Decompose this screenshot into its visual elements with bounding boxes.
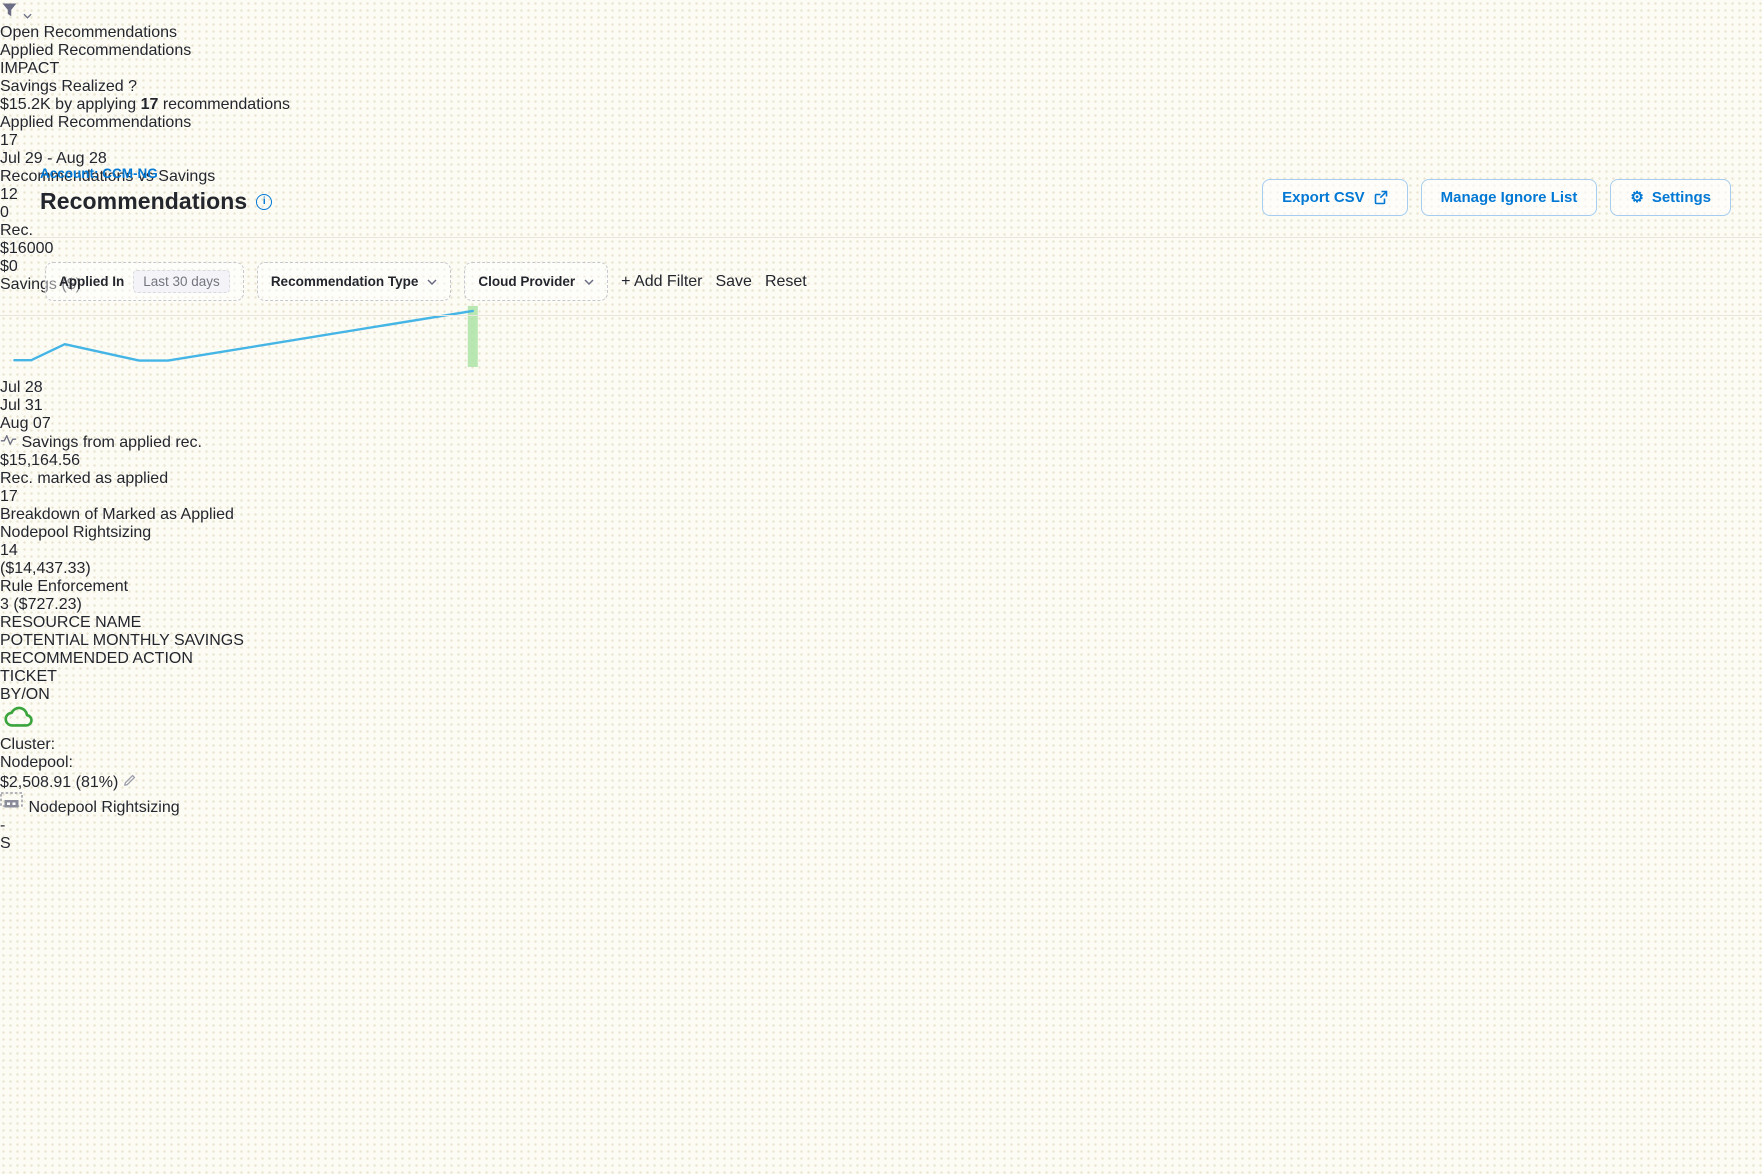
savings-realized-card: IMPACT Savings Realized ? $15.2K by appl…: [0, 60, 1762, 114]
savings-value: $2,508.91: [0, 774, 71, 791]
recommendations-vs-savings-chart: [0, 294, 481, 374]
desc-count: 17: [141, 96, 159, 113]
recommended-action-cell: Nodepool Rightsizing: [0, 792, 1762, 817]
settings-label: Settings: [1652, 189, 1711, 206]
col-header-recommended-action[interactable]: RECOMMENDED ACTION: [0, 650, 1762, 668]
breakdown-title: Breakdown of Marked as Applied: [0, 506, 1762, 524]
export-csv-label: Export CSV: [1282, 189, 1365, 206]
nodepool-label: Nodepool:: [0, 754, 73, 771]
chart-card: Recommendations vs Savings 12 0 Rec. $16…: [0, 168, 1762, 614]
recommendation-type-label: Recommendation Type: [271, 274, 419, 289]
legend-line-label: Savings from applied rec.: [21, 434, 202, 451]
resource-icon-cell: [0, 704, 1762, 736]
recommendations-tabs: Open Recommendations Applied Recommendat…: [0, 24, 1762, 60]
legend-bar-value: 17: [0, 488, 1762, 506]
save-filter-link[interactable]: Save: [715, 273, 751, 291]
legend-rec-bar: Rec. marked as applied 17: [0, 470, 1762, 506]
applied-recommendations-card: Applied Recommendations 17 Jul 29 - Aug …: [0, 114, 1762, 168]
manage-ignore-list-label: Manage Ignore List: [1441, 189, 1578, 206]
gear-icon: ⚙: [1630, 190, 1643, 205]
header-divider: [0, 237, 1762, 238]
line-savings-from-applied-rec: [14, 311, 472, 361]
applied-card-title: Applied Recommendations: [0, 114, 1762, 132]
pulse-line-icon: [0, 433, 17, 447]
breakdown-row-value-line1: 14: [0, 542, 1762, 560]
reset-filter-link[interactable]: Reset: [765, 273, 807, 291]
applied-date-range: Jul 29 - Aug 28: [0, 150, 1762, 168]
savings-realized-title: Savings Realized: [0, 78, 124, 95]
savings-percent: (81%): [76, 774, 119, 791]
filter-applied-in[interactable]: Applied In Last 30 days: [45, 262, 244, 301]
applied-in-label: Applied In: [59, 274, 124, 289]
by-user-avatar[interactable]: S: [0, 835, 1762, 853]
tab-open-recommendations[interactable]: Open Recommendations: [0, 24, 1762, 42]
applied-in-value[interactable]: Last 30 days: [133, 270, 230, 293]
x-axis-label: Aug 07: [0, 415, 1762, 433]
recommendations-page: Account: CCM-NG Recommendations i Export…: [0, 0, 1762, 1174]
breakdown-row-value-line2: ($14,437.33): [0, 560, 1762, 578]
funnel-icon: [0, 0, 19, 19]
breakdown-row-value: 14 ($14,437.33): [0, 542, 1762, 578]
breakdown-row: Rule Enforcement 3 ($727.23): [0, 578, 1762, 614]
export-csv-button[interactable]: Export CSV: [1262, 179, 1408, 216]
recommended-action-label: Nodepool Rightsizing: [28, 799, 179, 816]
x-axis-labels: Jul 28Jul 31Aug 07: [0, 379, 1762, 433]
nodepool-icon: [0, 792, 24, 812]
info-icon[interactable]: i: [256, 194, 272, 210]
col-header-resource-name[interactable]: RESOURCE NAME: [0, 614, 1762, 632]
cluster-label: Cluster:: [0, 736, 55, 753]
account-breadcrumb[interactable]: Account: CCM-NG: [40, 166, 158, 181]
filter-panel-toggle[interactable]: [0, 0, 1762, 24]
edit-pencil-icon[interactable]: [123, 772, 138, 787]
cloud-icon: [0, 704, 37, 731]
breakdown-panel: Breakdown of Marked as Applied Nodepool …: [0, 506, 1762, 614]
chevron-down-icon: [23, 13, 32, 19]
potential-savings-cell: $2,508.91 (81%): [0, 772, 1762, 792]
breakdown-row-label: Rule Enforcement: [0, 578, 1762, 596]
desc-pre: by applying: [55, 96, 136, 113]
external-link-icon: [1373, 190, 1388, 205]
col-header-potential-monthly-savings[interactable]: POTENTIAL MONTHLY SAVINGS: [0, 632, 1762, 650]
desc-post: recommendations: [163, 96, 290, 113]
filterbar-divider: [0, 315, 1762, 316]
legend-line-value: $15,164.56: [0, 452, 1762, 470]
table-row[interactable]: Cluster: Nodepool: $2,508.91 (81%) Nodep…: [0, 704, 1762, 853]
breakdown-row-label: Nodepool Rightsizing: [0, 524, 1762, 542]
impact-strip-label: IMPACT: [0, 60, 59, 77]
settings-button[interactable]: ⚙ Settings: [1610, 179, 1731, 216]
legend-savings-line: Savings from applied rec. $15,164.56: [0, 433, 1762, 470]
savings-realized-amount: $15.2K: [0, 96, 51, 113]
question-icon[interactable]: ?: [128, 78, 137, 95]
x-axis-label: Jul 31: [0, 397, 1762, 415]
col-header-by-on[interactable]: BY/ON: [0, 686, 1762, 704]
col-header-ticket[interactable]: TICKET: [0, 668, 1762, 686]
breakdown-row: Nodepool Rightsizing 14 ($14,437.33): [0, 524, 1762, 578]
savings-realized-desc: by applying 17 recommendations: [55, 96, 290, 113]
breakdown-row-value: 3 ($727.23): [0, 596, 1762, 614]
tab-applied-recommendations[interactable]: Applied Recommendations: [0, 42, 1762, 60]
x-axis-label: Jul 28: [0, 379, 1762, 397]
breakdown-row-value-line1: 3 ($727.23): [0, 596, 1762, 614]
manage-ignore-list-button[interactable]: Manage Ignore List: [1421, 179, 1598, 216]
applied-count: 17: [0, 132, 1762, 150]
chevron-down-icon: [427, 279, 437, 285]
cloud-provider-label: Cloud Provider: [478, 274, 575, 289]
add-filter-button[interactable]: + Add Filter: [621, 273, 702, 291]
impact-strip: IMPACT: [0, 60, 1762, 78]
legend-bar-label: Rec. marked as applied: [0, 470, 168, 487]
filter-recommendation-type[interactable]: Recommendation Type: [257, 262, 452, 301]
ticket-cell: -: [0, 817, 1762, 835]
filter-cloud-provider[interactable]: Cloud Provider: [464, 262, 608, 301]
right-axis-tick-top: $16000: [0, 240, 1762, 258]
page-title: Recommendations: [40, 188, 247, 215]
resource-name-cell: Cluster: Nodepool:: [0, 736, 1762, 772]
chevron-down-icon: [584, 279, 594, 285]
